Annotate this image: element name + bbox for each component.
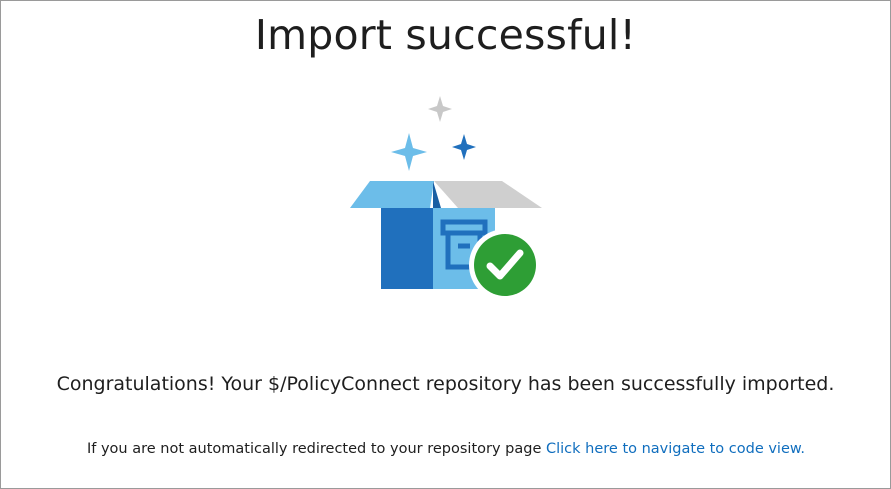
redirect-notice: If you are not automatically redirected …	[71, 438, 821, 460]
box-right-lid-icon	[434, 181, 542, 208]
page-title: Import successful!	[254, 11, 637, 59]
navigate-to-code-view-link[interactable]: Click here to navigate to code view.	[546, 441, 805, 457]
sparkle-dark-blue-icon	[452, 134, 476, 160]
sparkle-light-blue-icon	[391, 133, 427, 171]
import-success-page: Import successful! Congratulations! Your…	[0, 0, 891, 489]
sparkle-gray-icon	[428, 96, 452, 122]
box-left-lid-icon	[350, 181, 434, 208]
open-box-illustration-icon	[350, 96, 542, 301]
box-left-face-icon	[381, 208, 433, 289]
redirect-text: If you are not automatically redirected …	[86, 441, 546, 457]
success-message: Congratulations! Your $/PolicyConnect re…	[56, 373, 835, 395]
